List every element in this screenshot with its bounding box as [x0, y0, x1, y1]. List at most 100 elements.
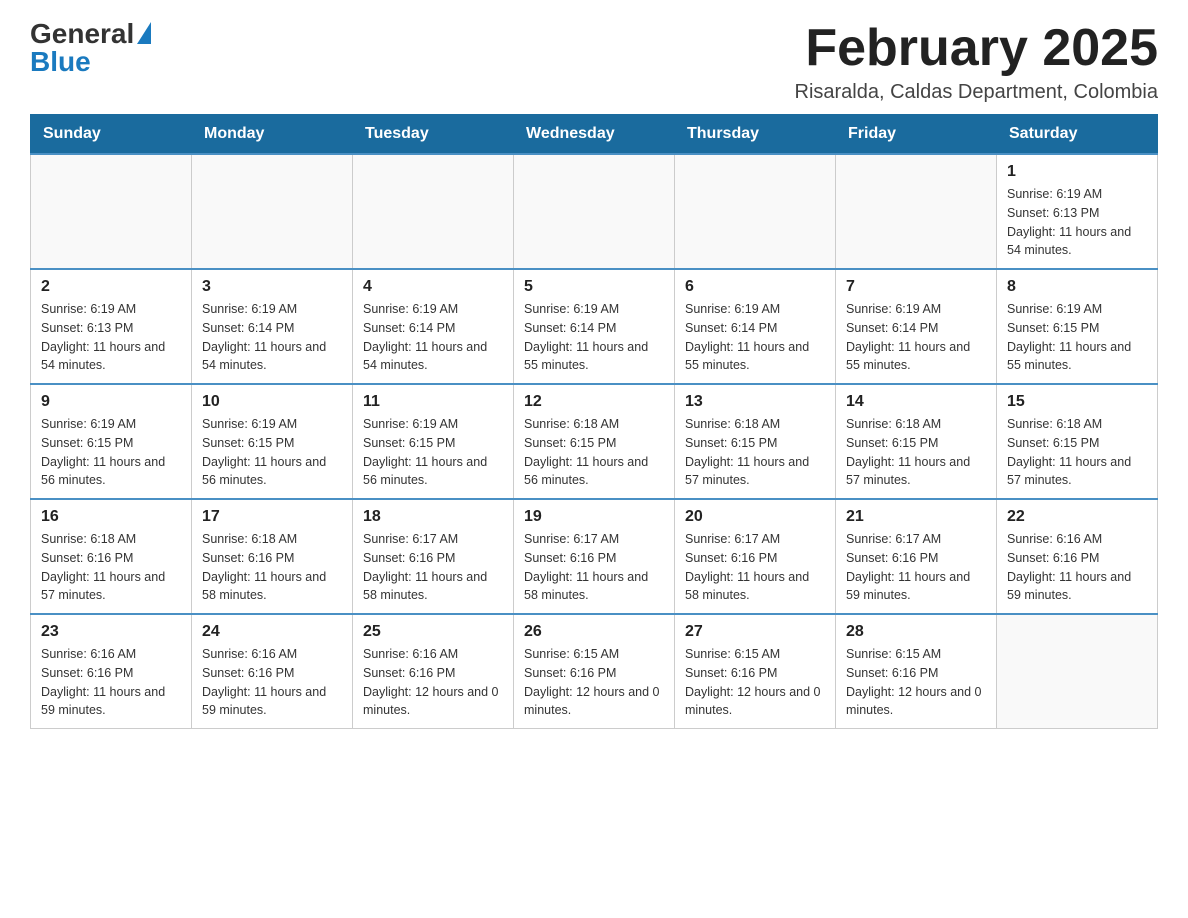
- calendar-cell: 20 Sunrise: 6:17 AM Sunset: 6:16 PM Dayli…: [675, 499, 836, 614]
- calendar-cell: 1 Sunrise: 6:19 AM Sunset: 6:13 PM Daylig…: [997, 154, 1158, 269]
- col-header-tuesday: Tuesday: [353, 115, 514, 155]
- logo: General Blue: [30, 20, 151, 76]
- calendar-cell: 13Sunrise: 6:18 AM Sunset: 6:15 PM Dayli…: [675, 384, 836, 499]
- day-number: 8: [1007, 278, 1147, 296]
- day-info: Sunrise: 6:19 AM Sunset: 6:14 PM Dayligh…: [685, 300, 825, 375]
- title-section: February 2025 Risaralda, Caldas Departme…: [795, 20, 1159, 104]
- calendar-table: SundayMondayTuesdayWednesdayThursdayFrid…: [30, 114, 1158, 729]
- day-number: 13: [685, 393, 825, 411]
- day-info: Sunrise: 6:16 AM Sunset: 6:16 PM Dayligh…: [1007, 530, 1147, 605]
- day-info: Sunrise: 6:19 AM Sunset: 6:15 PM Dayligh…: [202, 415, 342, 490]
- calendar-cell: 8 Sunrise: 6:19 AM Sunset: 6:15 PM Daylig…: [997, 269, 1158, 384]
- day-number: 18: [363, 508, 503, 526]
- day-number: 4: [363, 278, 503, 296]
- day-info: Sunrise: 6:19 AM Sunset: 6:14 PM Dayligh…: [524, 300, 664, 375]
- day-number: 19: [524, 508, 664, 526]
- day-info: Sunrise: 6:19 AM Sunset: 6:13 PM Dayligh…: [41, 300, 181, 375]
- day-number: 7: [846, 278, 986, 296]
- day-number: 24: [202, 623, 342, 641]
- day-info: Sunrise: 6:19 AM Sunset: 6:14 PM Dayligh…: [202, 300, 342, 375]
- day-info: Sunrise: 6:17 AM Sunset: 6:16 PM Dayligh…: [846, 530, 986, 605]
- month-title: February 2025: [795, 20, 1159, 77]
- day-number: 10: [202, 393, 342, 411]
- day-info: Sunrise: 6:15 AM Sunset: 6:16 PM Dayligh…: [685, 645, 825, 720]
- day-info: Sunrise: 6:15 AM Sunset: 6:16 PM Dayligh…: [846, 645, 986, 720]
- page-header: General Blue February 2025 Risaralda, Ca…: [30, 20, 1158, 104]
- day-info: Sunrise: 6:19 AM Sunset: 6:15 PM Dayligh…: [1007, 300, 1147, 375]
- day-info: Sunrise: 6:19 AM Sunset: 6:14 PM Dayligh…: [846, 300, 986, 375]
- day-number: 9: [41, 393, 181, 411]
- day-info: Sunrise: 6:18 AM Sunset: 6:15 PM Dayligh…: [524, 415, 664, 490]
- day-number: 14: [846, 393, 986, 411]
- col-header-saturday: Saturday: [997, 115, 1158, 155]
- day-number: 1: [1007, 163, 1147, 181]
- col-header-sunday: Sunday: [31, 115, 192, 155]
- logo-triangle-icon: [137, 22, 151, 44]
- day-number: 2: [41, 278, 181, 296]
- calendar-cell: 18 Sunrise: 6:17 AM Sunset: 6:16 PM Dayli…: [353, 499, 514, 614]
- day-number: 23: [41, 623, 181, 641]
- col-header-monday: Monday: [192, 115, 353, 155]
- day-info: Sunrise: 6:18 AM Sunset: 6:16 PM Dayligh…: [202, 530, 342, 605]
- calendar-cell: 21 Sunrise: 6:17 AM Sunset: 6:16 PM Dayli…: [836, 499, 997, 614]
- calendar-cell: 24Sunrise: 6:16 AM Sunset: 6:16 PM Dayli…: [192, 614, 353, 729]
- calendar-cell: [997, 614, 1158, 729]
- day-info: Sunrise: 6:18 AM Sunset: 6:16 PM Dayligh…: [41, 530, 181, 605]
- day-info: Sunrise: 6:16 AM Sunset: 6:16 PM Dayligh…: [41, 645, 181, 720]
- day-info: Sunrise: 6:17 AM Sunset: 6:16 PM Dayligh…: [524, 530, 664, 605]
- day-info: Sunrise: 6:17 AM Sunset: 6:16 PM Dayligh…: [363, 530, 503, 605]
- day-number: 11: [363, 393, 503, 411]
- calendar-week-3: 16 Sunrise: 6:18 AM Sunset: 6:16 PM Dayli…: [31, 499, 1158, 614]
- day-info: Sunrise: 6:17 AM Sunset: 6:16 PM Dayligh…: [685, 530, 825, 605]
- col-header-thursday: Thursday: [675, 115, 836, 155]
- logo-general-text: General: [30, 20, 134, 48]
- calendar-cell: 5 Sunrise: 6:19 AM Sunset: 6:14 PM Daylig…: [514, 269, 675, 384]
- day-number: 17: [202, 508, 342, 526]
- calendar-cell: [31, 154, 192, 269]
- calendar-cell: 6 Sunrise: 6:19 AM Sunset: 6:14 PM Daylig…: [675, 269, 836, 384]
- calendar-cell: [675, 154, 836, 269]
- calendar-cell: 17 Sunrise: 6:18 AM Sunset: 6:16 PM Dayli…: [192, 499, 353, 614]
- day-info: Sunrise: 6:19 AM Sunset: 6:13 PM Dayligh…: [1007, 185, 1147, 260]
- calendar-cell: 27 Sunrise: 6:15 AM Sunset: 6:16 PM Dayli…: [675, 614, 836, 729]
- day-number: 16: [41, 508, 181, 526]
- calendar-cell: 2 Sunrise: 6:19 AM Sunset: 6:13 PM Daylig…: [31, 269, 192, 384]
- day-number: 15: [1007, 393, 1147, 411]
- day-number: 20: [685, 508, 825, 526]
- day-number: 5: [524, 278, 664, 296]
- calendar-cell: 28 Sunrise: 6:15 AM Sunset: 6:16 PM Dayli…: [836, 614, 997, 729]
- calendar-cell: [514, 154, 675, 269]
- calendar-cell: 7 Sunrise: 6:19 AM Sunset: 6:14 PM Daylig…: [836, 269, 997, 384]
- day-number: 28: [846, 623, 986, 641]
- calendar-week-4: 23 Sunrise: 6:16 AM Sunset: 6:16 PM Dayli…: [31, 614, 1158, 729]
- day-info: Sunrise: 6:19 AM Sunset: 6:15 PM Dayligh…: [41, 415, 181, 490]
- calendar-cell: 3Sunrise: 6:19 AM Sunset: 6:14 PM Daylig…: [192, 269, 353, 384]
- col-header-wednesday: Wednesday: [514, 115, 675, 155]
- calendar-week-1: 2 Sunrise: 6:19 AM Sunset: 6:13 PM Daylig…: [31, 269, 1158, 384]
- day-number: 6: [685, 278, 825, 296]
- calendar-cell: 11 Sunrise: 6:19 AM Sunset: 6:15 PM Dayli…: [353, 384, 514, 499]
- calendar-cell: 14Sunrise: 6:18 AM Sunset: 6:15 PM Dayli…: [836, 384, 997, 499]
- day-number: 21: [846, 508, 986, 526]
- calendar-week-0: 1 Sunrise: 6:19 AM Sunset: 6:13 PM Daylig…: [31, 154, 1158, 269]
- calendar-cell: 4Sunrise: 6:19 AM Sunset: 6:14 PM Daylig…: [353, 269, 514, 384]
- calendar-week-2: 9 Sunrise: 6:19 AM Sunset: 6:15 PM Daylig…: [31, 384, 1158, 499]
- calendar-header-row: SundayMondayTuesdayWednesdayThursdayFrid…: [31, 115, 1158, 155]
- calendar-cell: 26 Sunrise: 6:15 AM Sunset: 6:16 PM Dayli…: [514, 614, 675, 729]
- calendar-cell: [353, 154, 514, 269]
- day-number: 25: [363, 623, 503, 641]
- calendar-cell: [192, 154, 353, 269]
- day-info: Sunrise: 6:19 AM Sunset: 6:15 PM Dayligh…: [363, 415, 503, 490]
- calendar-cell: 22 Sunrise: 6:16 AM Sunset: 6:16 PM Dayli…: [997, 499, 1158, 614]
- calendar-cell: [836, 154, 997, 269]
- day-number: 27: [685, 623, 825, 641]
- day-number: 22: [1007, 508, 1147, 526]
- logo-blue-text: Blue: [30, 48, 91, 76]
- calendar-cell: 12 Sunrise: 6:18 AM Sunset: 6:15 PM Dayli…: [514, 384, 675, 499]
- calendar-cell: 9 Sunrise: 6:19 AM Sunset: 6:15 PM Daylig…: [31, 384, 192, 499]
- day-info: Sunrise: 6:15 AM Sunset: 6:16 PM Dayligh…: [524, 645, 664, 720]
- calendar-cell: 19 Sunrise: 6:17 AM Sunset: 6:16 PM Dayli…: [514, 499, 675, 614]
- col-header-friday: Friday: [836, 115, 997, 155]
- day-number: 26: [524, 623, 664, 641]
- day-number: 12: [524, 393, 664, 411]
